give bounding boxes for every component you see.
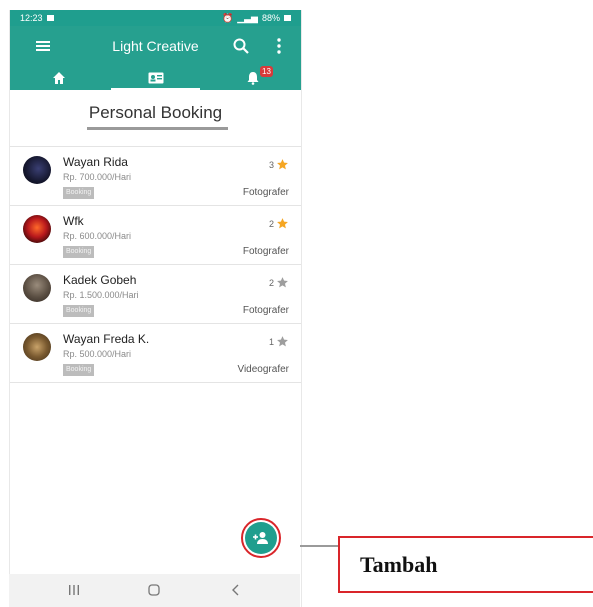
bell-icon: [247, 72, 258, 85]
home-button-icon[interactable]: [146, 582, 162, 598]
alarm-icon: ⏰: [222, 12, 234, 23]
price-per-day: Rp. 600.000/Hari: [63, 231, 132, 241]
callout-box: Tambah: [338, 536, 593, 593]
rating-value: 2: [268, 218, 274, 229]
callout-connector-line: [300, 545, 340, 547]
tab-notifications[interactable]: 13: [204, 66, 301, 90]
rating: 1: [269, 335, 289, 348]
add-person-icon: [253, 532, 268, 544]
battery-icon: [284, 15, 291, 21]
list-item[interactable]: Kadek Gobeh Rp. 1.500.000/Hari Booking 2…: [10, 265, 301, 324]
avatar: [23, 274, 51, 302]
title-underline: [87, 127, 228, 130]
status-bar: 12:23 ⏰ ▁▃▅ 88%: [10, 10, 301, 26]
avatar: [23, 215, 51, 243]
photographer-name: Wayan Freda K.: [63, 332, 150, 346]
rating: 2: [269, 217, 289, 230]
booking-list: Wayan Rida Rp. 700.000/Hari Booking 3 Fo…: [10, 146, 301, 383]
rating-value: 2: [268, 277, 274, 288]
rating-value: 1: [268, 336, 274, 347]
tab-bar: 13: [10, 66, 301, 90]
photographer-name: Wfk: [63, 214, 84, 228]
role-label: Fotografer: [242, 187, 289, 198]
contact-card-icon: [148, 72, 163, 84]
rating: 2: [269, 276, 289, 289]
list-item[interactable]: Wfk Rp. 600.000/Hari Booking 2 Fotografe…: [10, 206, 301, 265]
app-bar: Light Creative: [10, 26, 301, 66]
add-person-button[interactable]: [241, 518, 281, 558]
add-person-button-fill: [245, 522, 277, 554]
booking-button[interactable]: Booking: [63, 187, 95, 199]
search-icon[interactable]: [232, 37, 250, 55]
tab-personal-booking[interactable]: [107, 66, 204, 90]
role-label: Fotografer: [242, 246, 289, 257]
role-label: Videografer: [237, 364, 289, 375]
list-item[interactable]: Wayan Freda K. Rp. 500.000/Hari Booking …: [10, 324, 301, 383]
back-icon[interactable]: [228, 582, 244, 598]
star-icon: [277, 218, 288, 229]
star-icon: [277, 277, 288, 288]
status-time: 12:23: [20, 13, 43, 23]
booking-button[interactable]: Booking: [63, 364, 95, 376]
star-icon: [277, 159, 288, 170]
price-per-day: Rp. 700.000/Hari: [63, 172, 132, 182]
gallery-notification-icon: [46, 15, 54, 21]
star-icon: [277, 336, 288, 347]
role-label: Fotografer: [242, 305, 289, 316]
tab-home[interactable]: [10, 66, 107, 90]
callout-label: Tambah: [360, 552, 438, 577]
rating-value: 3: [268, 159, 274, 170]
avatar: [23, 156, 51, 184]
avatar: [23, 333, 51, 361]
page-title: Personal Booking: [88, 103, 223, 122]
photographer-name: Wayan Rida: [63, 155, 128, 169]
recent-apps-icon[interactable]: [66, 582, 82, 598]
booking-button[interactable]: Booking: [63, 246, 95, 258]
price-per-day: Rp. 1.500.000/Hari: [63, 290, 139, 300]
app-title: Light Creative: [112, 38, 199, 54]
signal-icon: ▁▃▅: [237, 12, 258, 23]
booking-button[interactable]: Booking: [63, 305, 95, 317]
photographer-name: Kadek Gobeh: [63, 273, 137, 287]
rating: 3: [269, 158, 289, 171]
home-icon: [52, 72, 65, 84]
battery-percent: 88%: [261, 13, 280, 23]
price-per-day: Rp. 500.000/Hari: [63, 349, 132, 359]
more-options-icon[interactable]: [274, 37, 284, 55]
list-item[interactable]: Wayan Rida Rp. 700.000/Hari Booking 3 Fo…: [10, 146, 301, 206]
notification-badge: 13: [260, 66, 273, 77]
active-tab-indicator: [111, 88, 200, 90]
system-nav-bar: [9, 574, 300, 607]
